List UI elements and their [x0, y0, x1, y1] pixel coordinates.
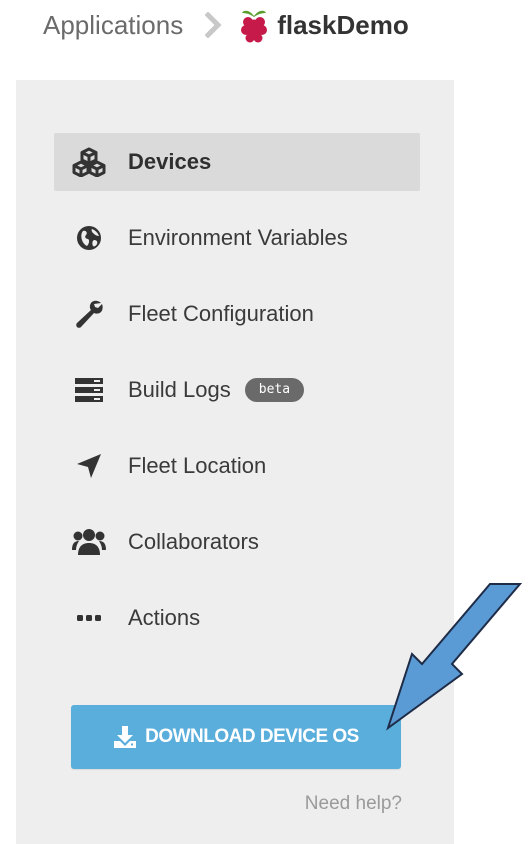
sidebar-nav: Devices Environment Variables Fleet Conf…	[54, 133, 420, 665]
sidebar-item-build-logs[interactable]: Build Logs beta	[54, 361, 420, 419]
sidebar-item-label: Build Logs	[128, 377, 231, 402]
need-help-link[interactable]: Need help?	[305, 793, 402, 815]
beta-badge: beta	[244, 378, 305, 402]
globe-icon	[72, 223, 106, 253]
sidebar: Devices Environment Variables Fleet Conf…	[16, 80, 454, 844]
download-button-label: DOWNLOAD DEVICE OS	[145, 726, 359, 747]
sidebar-item-environment-variables[interactable]: Environment Variables	[54, 209, 420, 267]
sidebar-item-label: Fleet Configuration	[128, 301, 314, 326]
sidebar-item-collaborators[interactable]: Collaborators	[54, 513, 420, 571]
sidebar-item-label: Fleet Location	[128, 453, 267, 478]
chevron-right-icon	[205, 12, 223, 38]
breadcrumb-current-app: flaskDemo	[277, 9, 409, 40]
raspberry-icon	[237, 7, 271, 43]
ellipsis-icon	[72, 603, 106, 633]
sidebar-item-label: Devices	[128, 149, 212, 174]
download-icon	[113, 725, 137, 749]
breadcrumb: Applications flaskDemo	[43, 4, 409, 46]
page: Applications flaskDemo Devices Environme…	[0, 0, 529, 844]
sidebar-item-label: Environment Variables	[128, 225, 348, 250]
download-device-os-button[interactable]: DOWNLOAD DEVICE OS	[71, 705, 401, 769]
sidebar-item-devices[interactable]: Devices	[54, 133, 420, 191]
users-icon	[72, 527, 106, 557]
server-icon	[72, 375, 106, 405]
sidebar-item-label: Actions	[128, 605, 201, 630]
location-arrow-icon	[72, 451, 106, 481]
breadcrumb-applications-link[interactable]: Applications	[43, 10, 183, 41]
sidebar-item-fleet-configuration[interactable]: Fleet Configuration	[54, 285, 420, 343]
cubes-icon	[72, 147, 106, 177]
sidebar-item-fleet-location[interactable]: Fleet Location	[54, 437, 420, 495]
wrench-icon	[72, 299, 106, 329]
sidebar-item-actions[interactable]: Actions	[54, 589, 420, 647]
sidebar-item-label: Collaborators	[128, 529, 259, 554]
